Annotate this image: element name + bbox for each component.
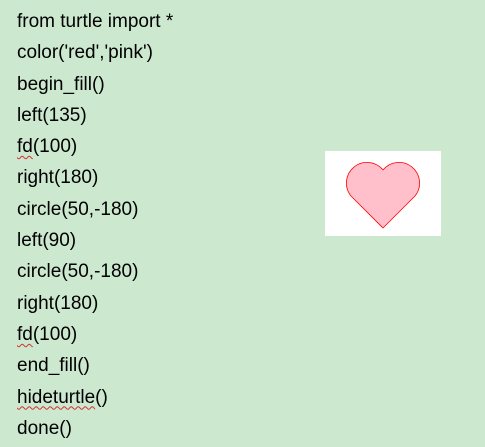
code-line-left-135: left(135) (17, 100, 307, 131)
code-line-hideturtle: hideturtle() (17, 382, 307, 413)
code-line-fd-100: fd(100) (17, 131, 307, 162)
code-text: fd(100) (17, 323, 78, 345)
code-text: right(180) (17, 167, 99, 189)
code-text: begin_fill() (17, 73, 105, 95)
code-line-right-180: right(180) (17, 162, 307, 193)
code-block: from turtle import * color('red','pink')… (17, 6, 307, 444)
code-line-fd-100-b: fd(100) (17, 319, 307, 350)
code-line-left-90: left(90) (17, 225, 307, 256)
heart-icon (345, 161, 421, 229)
code-line-color: color('red','pink') (17, 37, 307, 68)
code-text: circle(50,-180) (17, 198, 139, 220)
code-line-end-fill: end_fill() (17, 350, 307, 381)
code-line-right-180-b: right(180) (17, 288, 307, 319)
code-text: fd(100) (17, 136, 78, 158)
spellcheck-underline: fd (17, 136, 33, 158)
code-text: color('red','pink') (17, 42, 153, 64)
code-line-import: from turtle import * (17, 6, 307, 37)
spellcheck-underline: fd (17, 323, 33, 345)
code-text: done() (17, 417, 72, 439)
code-text: right(180) (17, 292, 99, 314)
code-text: left(90) (17, 230, 77, 252)
code-text: from turtle import * (17, 11, 174, 32)
code-text: hideturtle() (17, 386, 108, 408)
code-line-circle-1: circle(50,-180) (17, 194, 307, 225)
code-line-circle-2: circle(50,-180) (17, 256, 307, 287)
code-text: circle(50,-180) (17, 261, 139, 283)
spellcheck-underline: hideturtle (17, 386, 96, 408)
code-text: end_fill() (17, 355, 90, 377)
code-text: left(135) (17, 104, 87, 126)
code-line-done: done() (17, 413, 307, 444)
code-line-begin-fill: begin_fill() (17, 69, 307, 100)
turtle-output-preview (325, 151, 441, 236)
